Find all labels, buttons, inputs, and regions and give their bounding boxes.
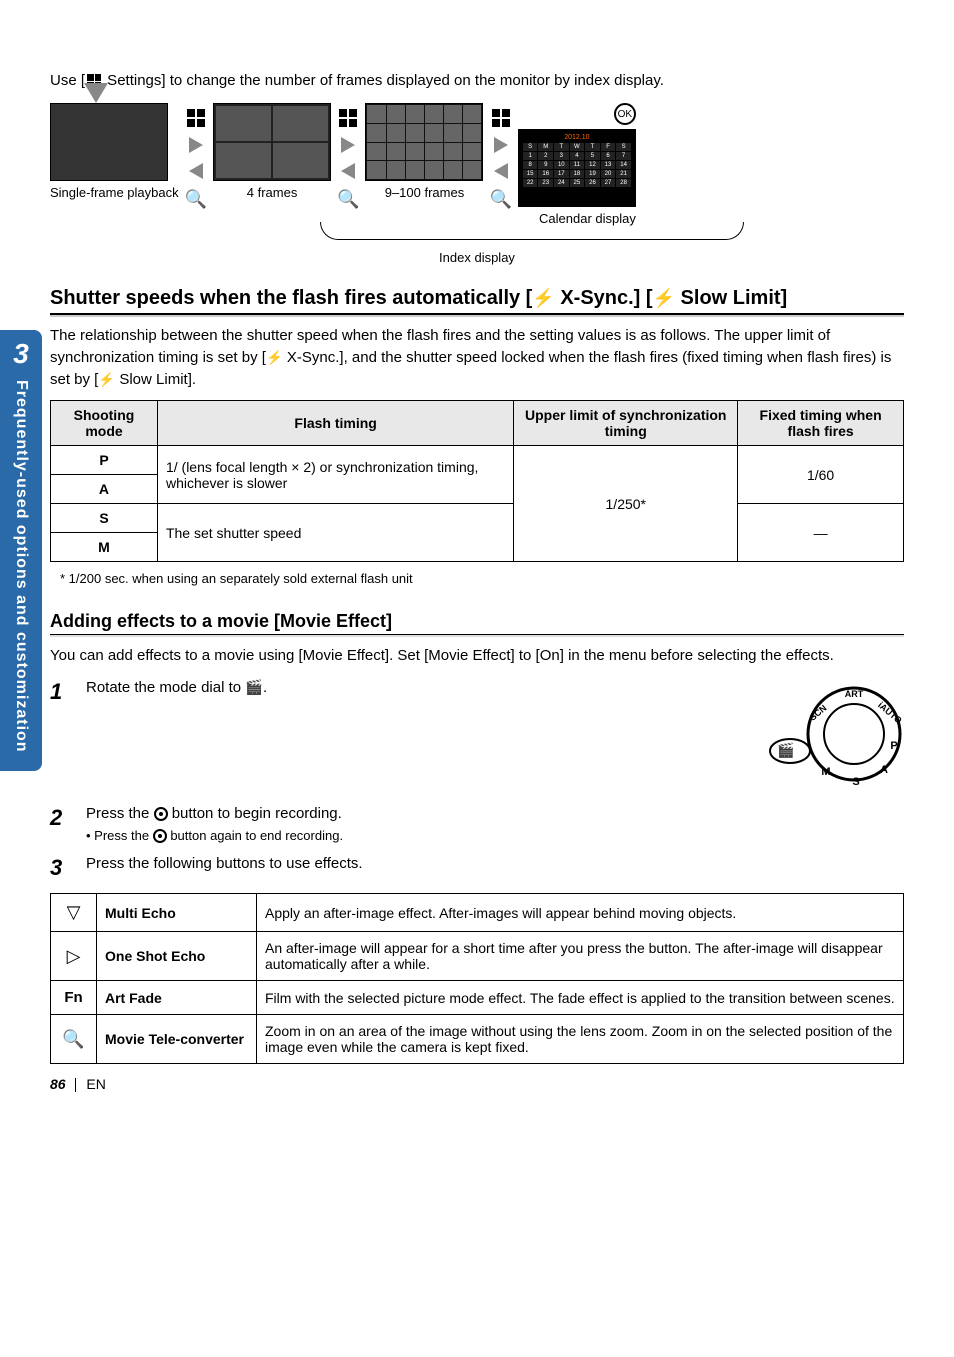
effect-teleconverter: Movie Tele-converter bbox=[97, 1015, 257, 1064]
flash-icon bbox=[266, 349, 283, 366]
label-calendar: Calendar display bbox=[539, 211, 636, 226]
arrow-right-icon bbox=[341, 137, 355, 153]
svg-text:A: A bbox=[880, 764, 888, 776]
col-upper-limit: Upper limit of synchronization timing bbox=[514, 401, 738, 446]
ok-button-icon: OK bbox=[614, 103, 636, 125]
mode-a: A bbox=[51, 475, 158, 504]
right-triangle-icon bbox=[51, 932, 97, 981]
thumb-calendar: 2012.10 SMTWTFS 1234567 891011121314 151… bbox=[518, 129, 636, 207]
effect-one-shot: One Shot Echo bbox=[97, 932, 257, 981]
page-footer: 86 EN bbox=[50, 1076, 106, 1092]
grid-icon bbox=[187, 109, 205, 127]
grid-icon bbox=[339, 109, 357, 127]
col-fixed-timing: Fixed timing when flash fires bbox=[738, 401, 904, 446]
effect-art-fade-desc: Film with the selected picture mode effe… bbox=[257, 981, 904, 1015]
label-single: Single-frame playback bbox=[50, 185, 179, 200]
arrow-left-icon bbox=[494, 163, 508, 179]
chapter-title: Frequently-used options and customizatio… bbox=[12, 380, 30, 753]
index-display-label: Index display bbox=[50, 250, 904, 265]
record-button-icon bbox=[153, 829, 167, 843]
svg-text:ART: ART bbox=[845, 689, 864, 699]
steps-list: 1 Rotate the mode dial to . ART iAUTO SC… bbox=[50, 679, 904, 882]
step-num-3: 3 bbox=[50, 855, 72, 881]
svg-text:S: S bbox=[852, 776, 859, 788]
magnify-icon: 🔍 bbox=[337, 189, 359, 210]
mode-m: M bbox=[51, 533, 158, 562]
down-triangle-icon bbox=[51, 894, 97, 932]
arrow-group-3: 🔍 bbox=[489, 103, 511, 210]
flash-icon bbox=[653, 287, 675, 309]
col-shooting-mode: Shooting mode bbox=[51, 401, 158, 446]
label-many: 9–100 frames bbox=[365, 185, 483, 200]
section2-body: You can add effects to a movie using [Mo… bbox=[50, 645, 904, 667]
arrow-down-icon bbox=[84, 83, 108, 103]
effect-art-fade: Art Fade bbox=[97, 981, 257, 1015]
arrow-group-2: 🔍 bbox=[337, 103, 359, 210]
arrow-right-icon bbox=[189, 137, 203, 153]
step-2-text: Press the button to begin recording. Pre… bbox=[86, 805, 904, 844]
effects-table: Multi Echo Apply an after-image effect. … bbox=[50, 893, 904, 1064]
flash-timing-table: Shooting mode Flash timing Upper limit o… bbox=[50, 400, 904, 562]
mode-dial-illustration: ART iAUTO SCN 🎬 P A S M bbox=[764, 679, 904, 793]
step-num-1: 1 bbox=[50, 679, 72, 705]
col-flash-timing: Flash timing bbox=[157, 401, 513, 446]
chapter-tab: 3 Frequently-used options and customizat… bbox=[0, 330, 42, 771]
upper-limit: 1/250* bbox=[514, 446, 738, 562]
thumb-4 bbox=[213, 103, 331, 181]
flash-icon bbox=[98, 371, 115, 388]
section-movie-effect: Adding effects to a movie [Movie Effect] bbox=[50, 611, 904, 635]
cal-month: 2012.10 bbox=[523, 134, 631, 141]
grid-icon bbox=[492, 109, 510, 127]
footnote: * 1/200 sec. when using an separately so… bbox=[60, 570, 904, 589]
movie-mode-icon bbox=[245, 679, 263, 696]
step-num-2: 2 bbox=[50, 805, 72, 831]
arrow-group-1: 🔍 bbox=[185, 103, 207, 210]
step-1-text: Rotate the mode dial to . bbox=[86, 679, 750, 696]
chapter-number: 3 bbox=[13, 338, 29, 370]
section-shutter-speed: Shutter speeds when the flash fires auto… bbox=[50, 287, 904, 315]
step-2-sub: Press the button again to end recording. bbox=[86, 828, 904, 844]
page-number: 86 bbox=[50, 1076, 66, 1092]
thumb-many bbox=[365, 103, 483, 181]
intro-text: Use [ Settings] to change the number of … bbox=[50, 70, 904, 91]
arrow-right-icon bbox=[494, 137, 508, 153]
arrow-left-icon bbox=[189, 163, 203, 179]
timing-pa: 1/ (lens focal length × 2) or synchroniz… bbox=[157, 446, 513, 504]
svg-text:🎬: 🎬 bbox=[777, 742, 794, 759]
magnify-icon bbox=[51, 1015, 97, 1064]
section1-body: The relationship between the shutter spe… bbox=[50, 325, 904, 390]
effect-one-shot-desc: An after-image will appear for a short t… bbox=[257, 932, 904, 981]
effect-multi-echo-desc: Apply an after-image effect. After-image… bbox=[257, 894, 904, 932]
label-4: 4 frames bbox=[213, 185, 331, 200]
display-mode-diagram: Single-frame playback 🔍 4 frames 🔍 9–100… bbox=[50, 103, 904, 226]
effect-teleconverter-desc: Zoom in on an area of the image without … bbox=[257, 1015, 904, 1064]
brace bbox=[50, 222, 904, 248]
magnify-icon: 🔍 bbox=[185, 189, 207, 210]
svg-text:SCN: SCN bbox=[808, 703, 829, 723]
mode-p: P bbox=[51, 446, 158, 475]
step-3-text: Press the following buttons to use effec… bbox=[86, 855, 904, 872]
magnify-icon: 🔍 bbox=[489, 189, 511, 210]
flash-icon bbox=[532, 287, 554, 309]
fn-icon: Fn bbox=[51, 981, 97, 1015]
fixed-pa: 1/60 bbox=[738, 446, 904, 504]
page-lang: EN bbox=[86, 1076, 105, 1092]
thumb-single bbox=[50, 103, 168, 181]
effect-multi-echo: Multi Echo bbox=[97, 894, 257, 932]
svg-text:P: P bbox=[890, 740, 897, 752]
arrow-left-icon bbox=[341, 163, 355, 179]
fixed-sm: — bbox=[738, 504, 904, 562]
svg-text:M: M bbox=[821, 766, 830, 778]
timing-sm: The set shutter speed bbox=[157, 504, 513, 562]
mode-s: S bbox=[51, 504, 158, 533]
record-button-icon bbox=[154, 807, 168, 821]
